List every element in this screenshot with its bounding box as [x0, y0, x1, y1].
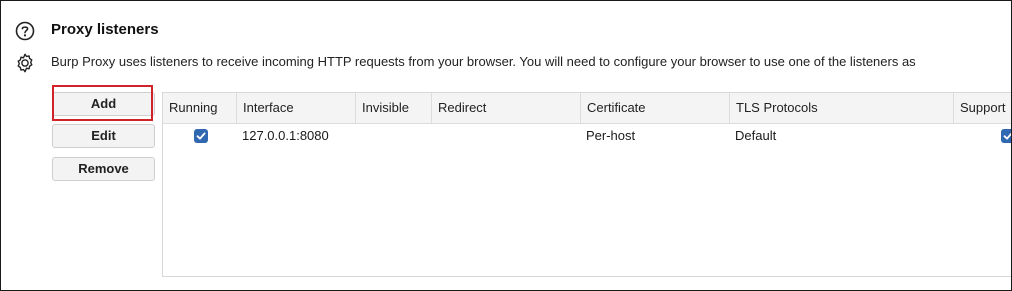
edit-button[interactable]: Edit [52, 124, 155, 148]
table-header: Running Interface Invisible Redirect Cer… [163, 93, 1011, 124]
column-header-support[interactable]: Support [953, 93, 1011, 123]
column-header-interface[interactable]: Interface [236, 93, 355, 123]
checkbox-checked-icon [1003, 132, 1011, 140]
column-header-certificate[interactable]: Certificate [580, 93, 729, 123]
cell-invisible [355, 124, 431, 148]
listeners-table: Running Interface Invisible Redirect Cer… [162, 92, 1011, 277]
column-header-running[interactable]: Running [163, 93, 236, 123]
cell-redirect [431, 124, 580, 148]
column-header-redirect[interactable]: Redirect [431, 93, 580, 123]
cell-tls-protocols: Default [735, 128, 777, 143]
proxy-listeners-panel: Proxy listeners Burp Proxy uses listener… [0, 0, 1012, 291]
cell-interface: 127.0.0.1:8080 [242, 128, 329, 143]
cell-certificate: Per-host [586, 128, 636, 143]
gear-icon[interactable] [14, 52, 36, 74]
column-header-tls-protocols[interactable]: TLS Protocols [729, 93, 953, 123]
remove-button[interactable]: Remove [52, 157, 155, 181]
page-description: Burp Proxy uses listeners to receive inc… [51, 54, 916, 69]
table-row[interactable]: 127.0.0.1:8080 Per-host Default [163, 124, 1011, 148]
support-checkbox[interactable] [1001, 129, 1011, 143]
column-header-invisible[interactable]: Invisible [355, 93, 431, 123]
help-icon[interactable] [15, 21, 35, 41]
add-button-highlight [52, 85, 153, 121]
page-title: Proxy listeners [51, 21, 159, 38]
checkbox-checked-icon [196, 132, 206, 140]
running-checkbox[interactable] [194, 129, 208, 143]
